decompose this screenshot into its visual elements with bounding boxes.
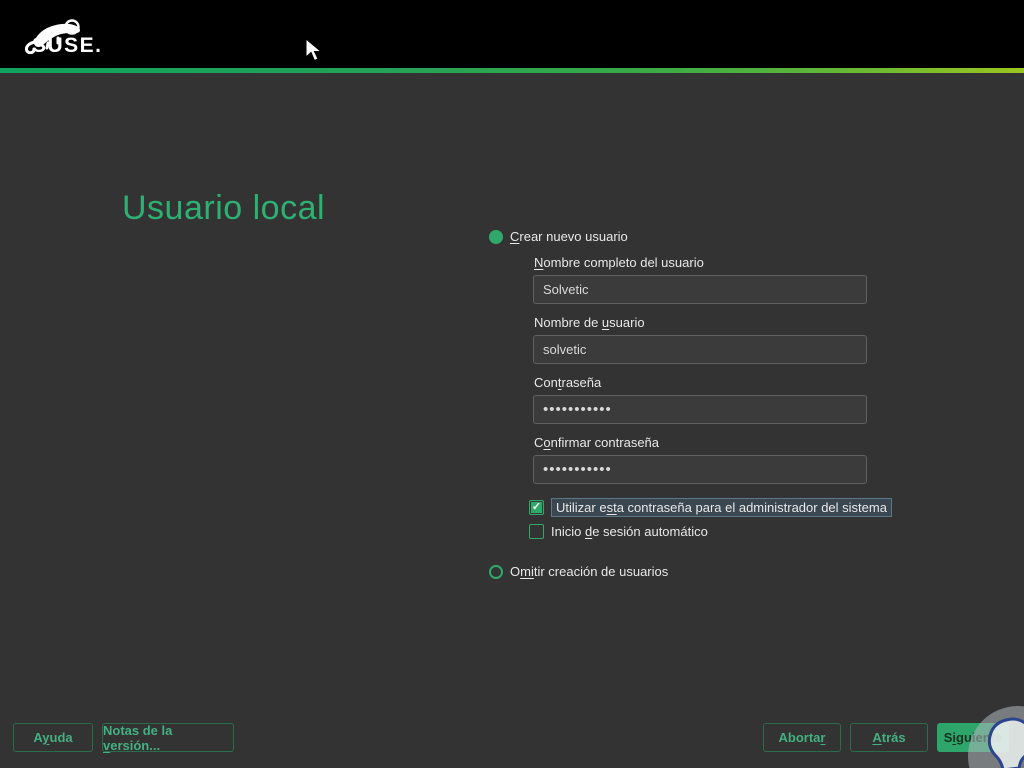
label-mnemonic: N	[534, 255, 544, 270]
label-mnemonic: A	[872, 730, 882, 745]
label-mnemonic: mi	[520, 564, 534, 579]
label-text: tir creación de usuarios	[533, 564, 669, 579]
username-label: Nombre de usuario	[534, 315, 645, 330]
use-password-for-admin-checkbox[interactable]: ✓ Utilizar esta contraseña para el admin…	[529, 498, 892, 517]
label-text: Inicio	[551, 524, 585, 539]
radio-skip-label: Omitir creación de usuarios	[510, 564, 668, 579]
help-button[interactable]: Ayuda	[13, 723, 93, 752]
label-mnemonic: o	[543, 435, 551, 450]
label-text: Utilizar e	[556, 500, 607, 515]
password-label: Contraseña	[534, 375, 601, 390]
fullname-label: Nombre completo del usuario	[534, 255, 704, 270]
label-mnemonic: r	[820, 730, 826, 745]
label-mnemonic: y	[42, 730, 50, 745]
confirm-password-label: Confirmar contraseña	[534, 435, 659, 450]
button-label: Abortar	[779, 730, 826, 745]
label-text: rear nuevo usuario	[519, 229, 628, 244]
label-text: O	[510, 564, 521, 579]
use-password-for-admin-label: Utilizar esta contraseña para el adminis…	[551, 498, 892, 517]
label-text: suario	[609, 315, 645, 330]
page-title: Usuario local	[122, 189, 326, 227]
label-text: e sesión automático	[592, 524, 708, 539]
checkbox-checked-icon: ✓	[529, 500, 544, 515]
automatic-login-label: Inicio de sesión automático	[551, 524, 708, 539]
label-text: A	[33, 730, 43, 745]
abort-button[interactable]: Abortar	[763, 723, 841, 752]
label-text: uda	[49, 730, 73, 745]
radio-unselected-icon	[489, 564, 503, 579]
label-text: Aborta	[778, 730, 821, 745]
label-text: ombre completo del usuario	[543, 255, 704, 270]
suse-logo-text: SUSE.	[32, 34, 103, 57]
label-text: a contraseña para el administrador del s…	[616, 500, 887, 515]
radio-create-label: Crear nuevo usuario	[510, 229, 628, 244]
radio-skip-user-creation[interactable]: Omitir creación de usuarios	[489, 564, 668, 579]
installer-window: SUSE. Usuario local Crear nuevo usuario …	[0, 0, 1024, 768]
lightbulb-watermark-icon	[968, 706, 1024, 768]
checkbox-unchecked-icon	[529, 524, 544, 539]
label-text: ersión...	[110, 737, 161, 753]
label-mnemonic: st	[606, 500, 617, 515]
label-text: Con	[534, 375, 558, 390]
radio-selected-icon	[489, 229, 503, 244]
confirm-password-input[interactable]	[533, 455, 867, 484]
release-notes-button[interactable]: Notas de la versión...	[102, 723, 234, 753]
label-text: raseña	[561, 375, 602, 390]
username-input[interactable]	[533, 335, 867, 364]
label-text: Notas de la	[103, 722, 173, 738]
password-input[interactable]	[533, 395, 867, 424]
label-mnemonic: C	[510, 229, 520, 244]
automatic-login-checkbox[interactable]: Inicio de sesión automático	[529, 524, 708, 539]
label-text: Nombre de	[534, 315, 602, 330]
label-text: C	[534, 435, 544, 450]
lightbulb-icon	[987, 717, 1024, 768]
radio-create-new-user[interactable]: Crear nuevo usuario	[489, 229, 628, 244]
back-button[interactable]: Atrás	[850, 723, 928, 752]
button-label: Ayuda	[33, 730, 72, 745]
checkmark-icon: ✓	[531, 501, 542, 513]
mouse-cursor-icon	[305, 38, 323, 62]
label-text: trás	[881, 730, 906, 745]
button-label: Notas de la versión...	[103, 723, 233, 753]
button-label: Atrás	[872, 730, 905, 745]
label-text: nfirmar contraseña	[550, 435, 660, 450]
header-bar: SUSE.	[0, 0, 1024, 68]
suse-logo: SUSE.	[10, 8, 120, 62]
accent-line	[0, 68, 1024, 73]
fullname-input[interactable]	[533, 275, 867, 304]
